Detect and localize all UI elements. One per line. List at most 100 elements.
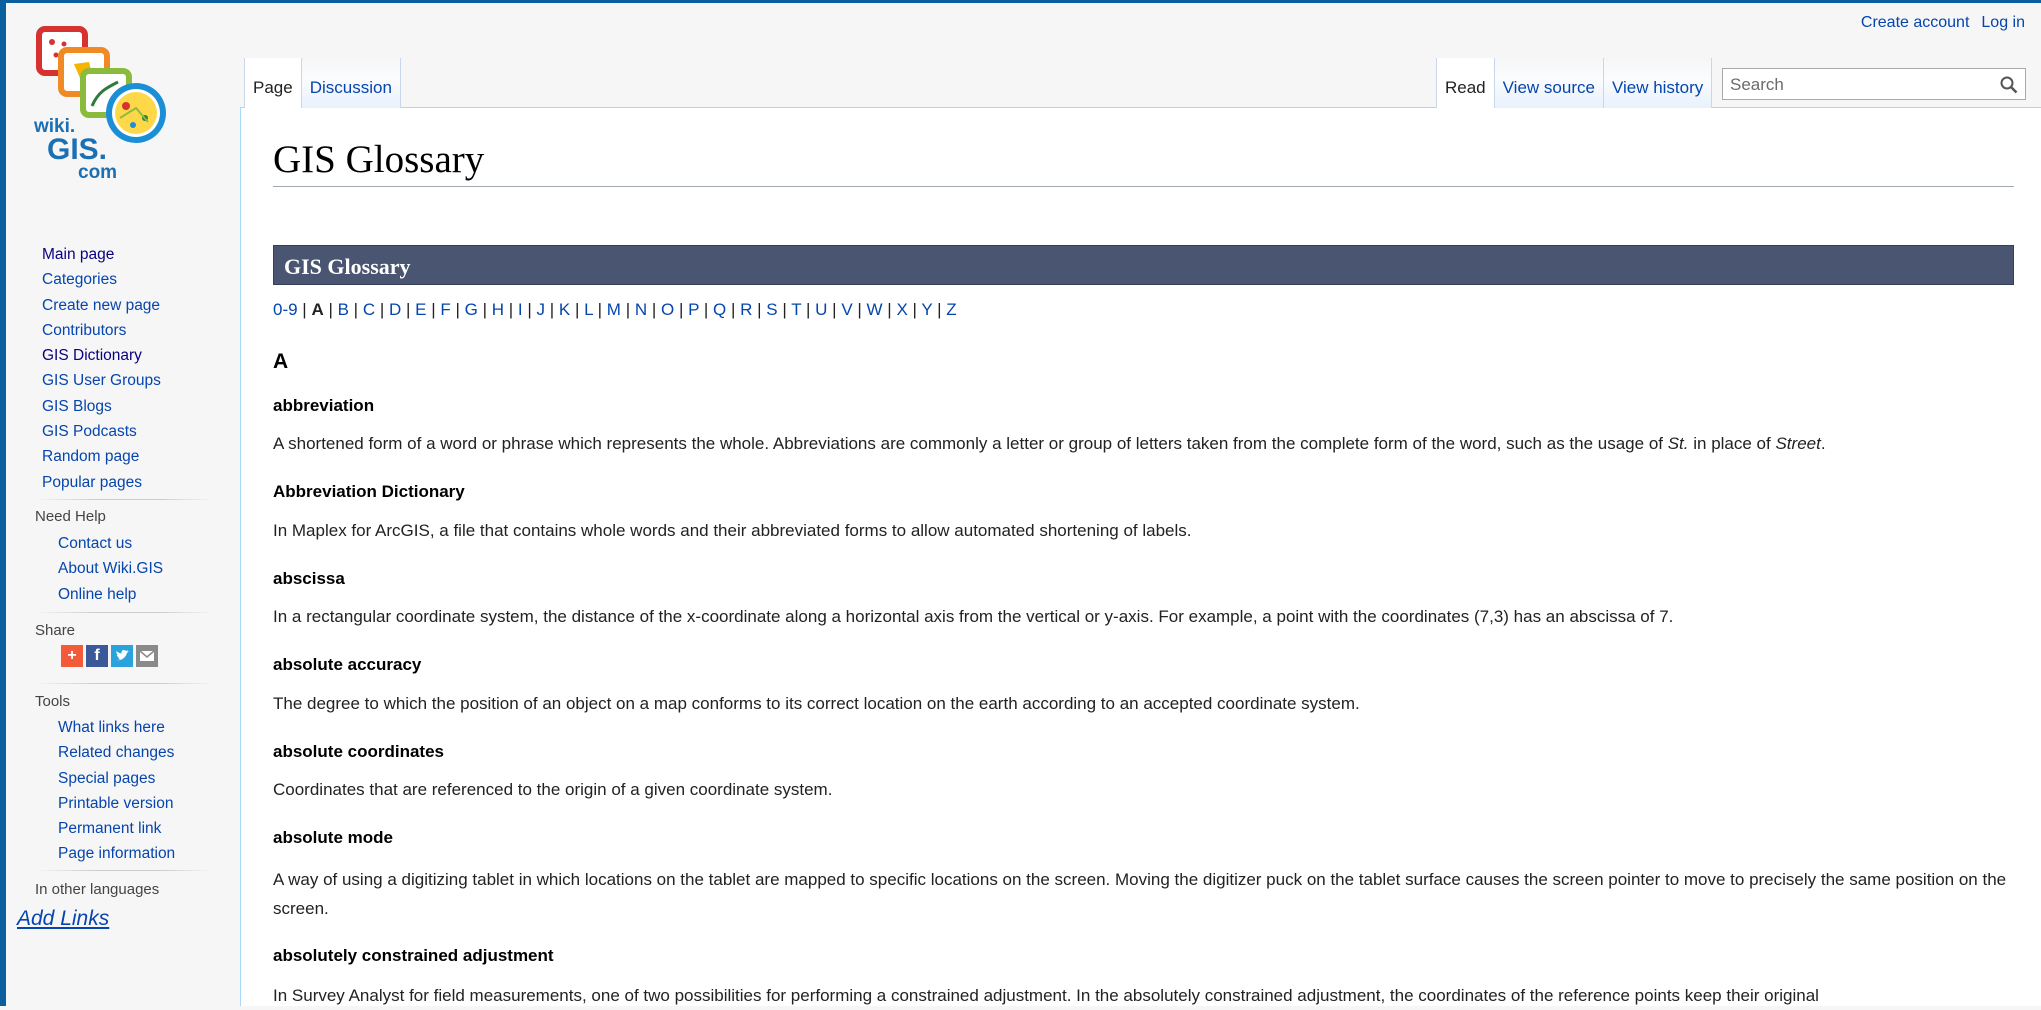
alphabet-link-x[interactable]: X bbox=[896, 300, 907, 319]
alphabet-link-z[interactable]: Z bbox=[946, 300, 956, 319]
alphabet-separator: | bbox=[545, 300, 559, 319]
sidebar-item-create-new-page[interactable]: Create new page bbox=[42, 293, 161, 318]
sidebar-item-about-wiki-gis[interactable]: About Wiki.GIS bbox=[58, 556, 163, 581]
alphabet-link-y[interactable]: Y bbox=[921, 300, 932, 319]
section-heading-a: A bbox=[273, 350, 289, 373]
alphabet-link-h[interactable]: H bbox=[492, 300, 504, 319]
sidebar-item-random-page[interactable]: Random page bbox=[42, 444, 161, 469]
add-links-link[interactable]: Add Links bbox=[17, 907, 109, 931]
definition-absolute-accuracy: The degree to which the position of an o… bbox=[273, 694, 1360, 713]
tab-view-source[interactable]: View source bbox=[1494, 58, 1604, 108]
alphabet-separator: | bbox=[726, 300, 741, 319]
sidebar-item-categories[interactable]: Categories bbox=[42, 267, 161, 292]
alphabet-link-e[interactable]: E bbox=[415, 300, 426, 319]
alphabet-link-b[interactable]: B bbox=[338, 300, 349, 319]
alphabet-separator: | bbox=[801, 300, 816, 319]
sidebar-item-permanent-link[interactable]: Permanent link bbox=[58, 816, 175, 841]
alphabet-link-v[interactable]: V bbox=[841, 300, 852, 319]
alphabet-index: 0-9 | A | B | C | D | E | F | G | H | I … bbox=[273, 299, 957, 321]
sidebar-item-contributors[interactable]: Contributors bbox=[42, 318, 161, 343]
personal-tools: Create account Log in bbox=[1861, 14, 2025, 32]
alphabet-link-a: A bbox=[311, 300, 324, 319]
share-buttons: + f bbox=[61, 645, 158, 667]
alphabet-link-0-9[interactable]: 0-9 bbox=[273, 300, 298, 319]
alphabet-link-r[interactable]: R bbox=[740, 300, 752, 319]
definition-abbreviation: A shortened form of a word or phrase whi… bbox=[273, 434, 1826, 453]
alphabet-link-q[interactable]: Q bbox=[713, 300, 726, 319]
alphabet-separator: | bbox=[647, 300, 661, 319]
portal-need-help: Contact us About Wiki.GIS Online help bbox=[58, 531, 163, 607]
term-absolutely-constrained-adjustment: absolutely constrained adjustment bbox=[273, 946, 554, 965]
alphabet-link-p[interactable]: P bbox=[688, 300, 699, 319]
sidebar-item-online-help[interactable]: Online help bbox=[58, 582, 163, 607]
alphabet-link-k[interactable]: K bbox=[559, 300, 570, 319]
alphabet-link-j[interactable]: J bbox=[537, 300, 546, 319]
definition-absolute-coordinates: Coordinates that are referenced to the o… bbox=[273, 780, 833, 799]
alphabet-separator: | bbox=[570, 300, 585, 319]
term-absolute-coordinates: absolute coordinates bbox=[273, 742, 444, 761]
logo-com: com bbox=[78, 162, 117, 183]
login-link[interactable]: Log in bbox=[1981, 14, 2025, 32]
term-abbreviation: abbreviation bbox=[273, 396, 375, 415]
tab-page[interactable]: Page bbox=[244, 58, 302, 108]
alphabet-separator: | bbox=[592, 300, 607, 319]
alphabet-separator: | bbox=[752, 300, 767, 319]
alphabet-link-s[interactable]: S bbox=[766, 300, 777, 319]
alphabet-link-g[interactable]: G bbox=[465, 300, 478, 319]
alphabet-link-f[interactable]: F bbox=[440, 300, 450, 319]
alphabet-link-t[interactable]: T bbox=[791, 300, 801, 319]
tab-view-history[interactable]: View history bbox=[1603, 58, 1713, 108]
view-tabs: Read View source View history bbox=[1436, 58, 1713, 108]
alphabet-separator: | bbox=[297, 300, 312, 319]
alphabet-separator: | bbox=[504, 300, 518, 319]
alphabet-link-c[interactable]: C bbox=[363, 300, 375, 319]
definition-absolute-mode: A way of using a digitizing tablet in wh… bbox=[273, 870, 2007, 918]
term-abscissa: abscissa bbox=[273, 569, 345, 588]
alphabet-separator: | bbox=[323, 300, 338, 319]
portal-heading-need-help: Need Help bbox=[35, 508, 106, 525]
sidebar-item-page-information[interactable]: Page information bbox=[58, 841, 175, 866]
portal-heading-languages: In other languages bbox=[35, 881, 160, 898]
window-left-border bbox=[0, 0, 6, 1006]
alphabet-link-d[interactable]: D bbox=[389, 300, 401, 319]
alphabet-separator: | bbox=[426, 300, 441, 319]
alphabet-link-w[interactable]: W bbox=[867, 300, 883, 319]
definition-abbreviation-dictionary: In Maplex for ArcGIS, a file that contai… bbox=[273, 521, 1192, 540]
sidebar-navigation: Main page Categories Create new page Con… bbox=[42, 242, 161, 495]
alphabet-separator: | bbox=[450, 300, 465, 319]
alphabet-separator: | bbox=[777, 300, 792, 319]
alphabet-link-n[interactable]: N bbox=[635, 300, 647, 319]
sidebar-item-gis-podcasts[interactable]: GIS Podcasts bbox=[42, 419, 161, 444]
create-account-link[interactable]: Create account bbox=[1861, 14, 1970, 32]
portal-heading-share: Share bbox=[35, 622, 76, 639]
twitter-icon[interactable] bbox=[111, 645, 133, 667]
add-this-icon[interactable]: + bbox=[61, 645, 83, 667]
sidebar-item-gis-dictionary[interactable]: GIS Dictionary bbox=[42, 343, 161, 368]
sidebar-item-main-page[interactable]: Main page bbox=[42, 242, 161, 267]
facebook-icon[interactable]: f bbox=[86, 645, 108, 667]
alphabet-separator: | bbox=[882, 300, 897, 319]
site-logo[interactable]: wiki. GIS. com bbox=[33, 26, 214, 191]
wiki-gis-logo-icon: wiki. GIS. com bbox=[33, 26, 166, 183]
alphabet-link-l[interactable]: L bbox=[584, 300, 593, 319]
alphabet-link-o[interactable]: O bbox=[661, 300, 674, 319]
term-absolute-mode: absolute mode bbox=[273, 828, 393, 847]
sidebar-item-printable-version[interactable]: Printable version bbox=[58, 791, 175, 816]
portal-tools: What links here Related changes Special … bbox=[58, 715, 175, 867]
sidebar-item-what-links-here[interactable]: What links here bbox=[58, 715, 175, 740]
email-icon[interactable] bbox=[136, 645, 158, 667]
search-input[interactable] bbox=[1728, 70, 1992, 100]
alphabet-separator: | bbox=[401, 300, 416, 319]
sidebar-item-special-pages[interactable]: Special pages bbox=[58, 766, 175, 791]
sidebar-item-related-changes[interactable]: Related changes bbox=[58, 740, 175, 765]
sidebar-item-gis-user-groups[interactable]: GIS User Groups bbox=[42, 368, 161, 393]
tab-discussion[interactable]: Discussion bbox=[301, 58, 401, 108]
alphabet-link-m[interactable]: M bbox=[607, 300, 621, 319]
alphabet-link-u[interactable]: U bbox=[815, 300, 827, 319]
sidebar-item-popular-pages[interactable]: Popular pages bbox=[42, 470, 161, 495]
alphabet-separator: | bbox=[348, 300, 363, 319]
sidebar-item-gis-blogs[interactable]: GIS Blogs bbox=[42, 394, 161, 419]
sidebar-item-contact-us[interactable]: Contact us bbox=[58, 531, 163, 556]
search-icon[interactable] bbox=[1999, 75, 2019, 95]
tab-read[interactable]: Read bbox=[1436, 58, 1495, 108]
